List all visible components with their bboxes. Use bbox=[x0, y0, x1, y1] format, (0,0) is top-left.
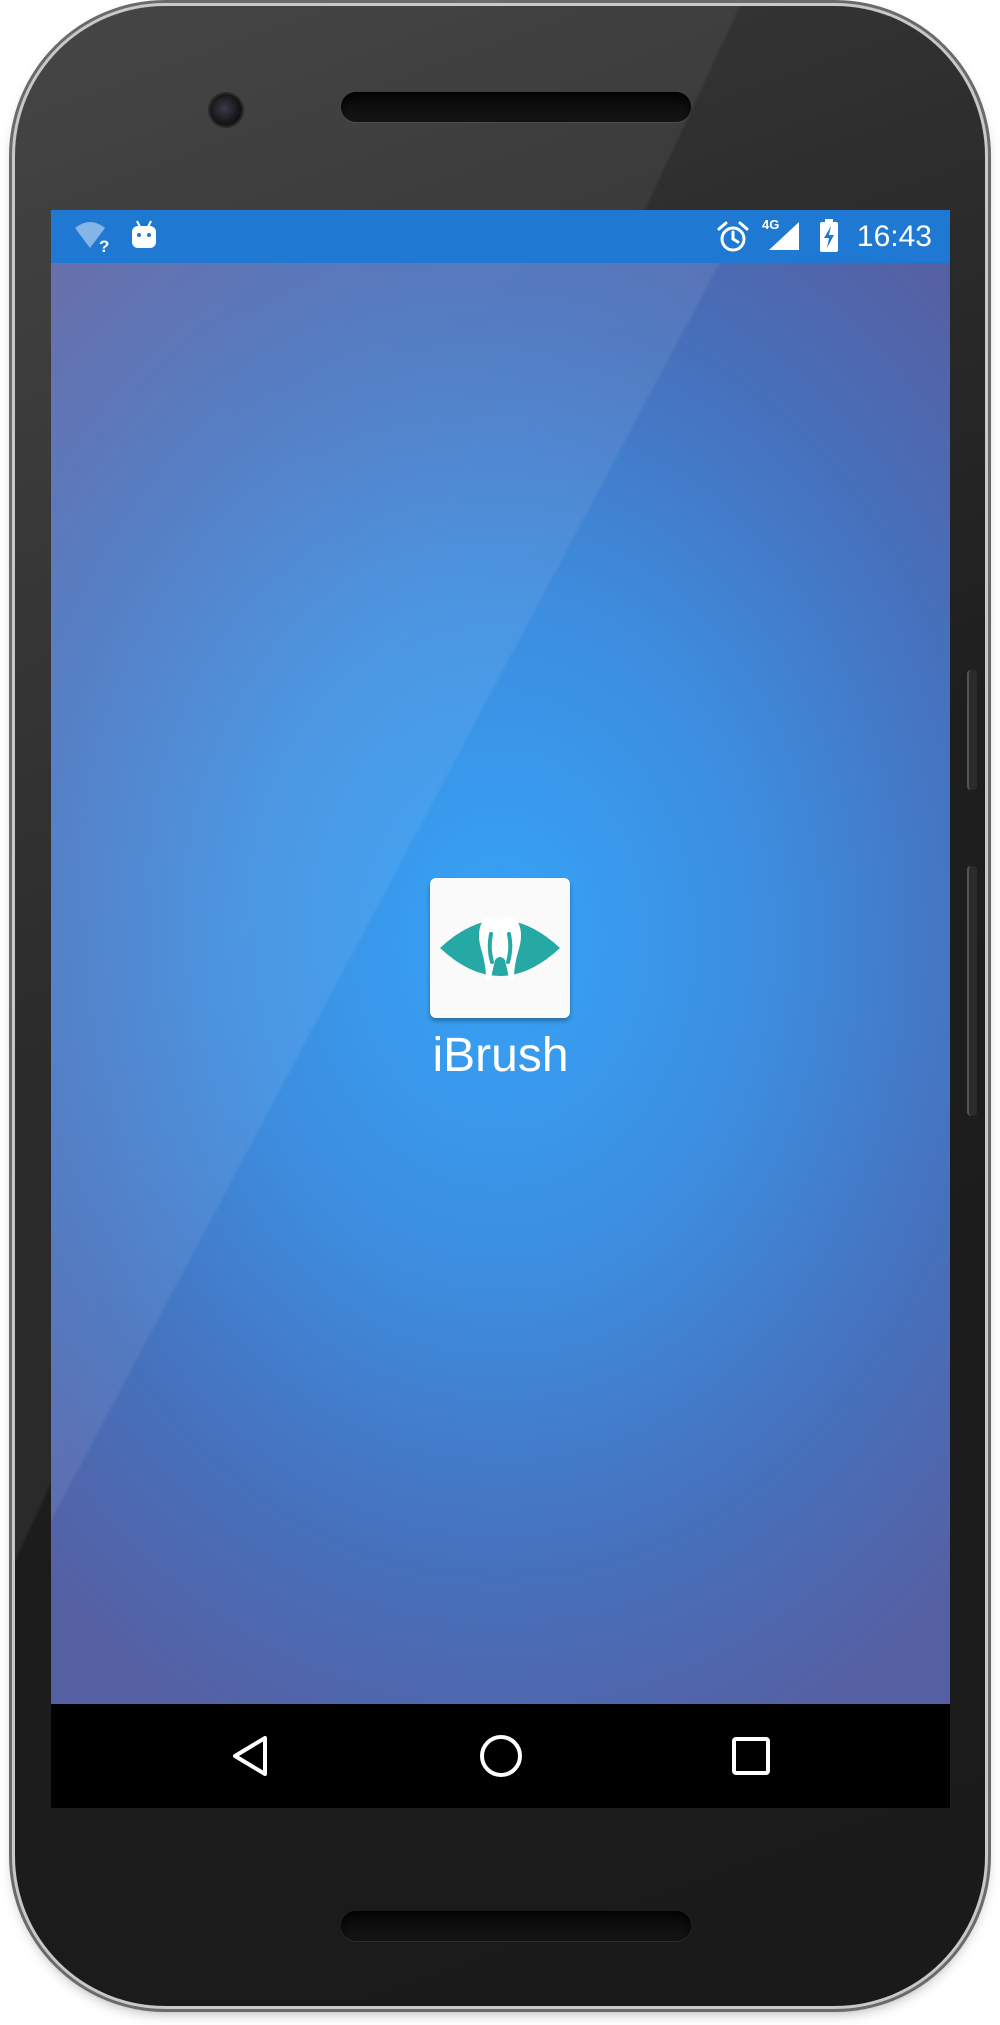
back-button[interactable] bbox=[221, 1726, 281, 1786]
home-button[interactable] bbox=[471, 1726, 531, 1786]
app-name: iBrush bbox=[432, 1029, 569, 1082]
status-time: 16:43 bbox=[856, 220, 932, 253]
power-button bbox=[967, 670, 977, 790]
alarm-icon bbox=[716, 220, 750, 259]
device-screen: ? 4G 16:43 iBrush bbox=[51, 210, 950, 1808]
wifi-unknown-icon: ? bbox=[73, 220, 113, 259]
navigation-bar bbox=[51, 1704, 950, 1808]
battery-charging-icon bbox=[819, 219, 839, 258]
tooth-eye-icon bbox=[430, 878, 570, 1023]
top-speaker bbox=[341, 92, 691, 122]
android-debug-icon bbox=[129, 219, 159, 256]
svg-text:?: ? bbox=[99, 237, 109, 254]
bottom-speaker bbox=[341, 1911, 691, 1941]
back-icon bbox=[221, 1726, 281, 1786]
recents-button[interactable] bbox=[721, 1726, 781, 1786]
recents-icon bbox=[721, 1726, 781, 1786]
splash-screen: iBrush bbox=[51, 263, 950, 1704]
home-icon bbox=[471, 1726, 531, 1786]
cell-signal-icon bbox=[763, 220, 801, 257]
status-bar: ? 4G 16:43 bbox=[51, 210, 950, 263]
app-logo bbox=[430, 878, 570, 1018]
volume-button bbox=[967, 866, 977, 1116]
front-camera bbox=[210, 94, 242, 126]
